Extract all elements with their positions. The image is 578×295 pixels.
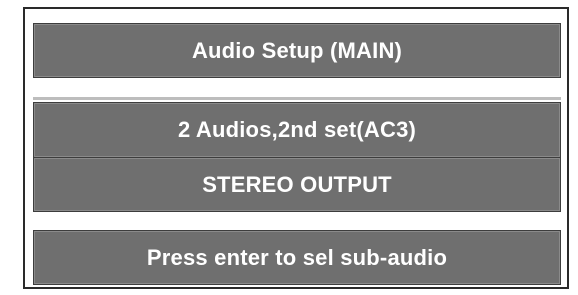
menu-title-bar: Audio Setup (MAIN) [33,23,561,78]
hint-text: Press enter to sel sub-audio [146,244,448,270]
output-mode-label: STEREO OUTPUT [202,171,392,197]
menu-title: Audio Setup (MAIN) [191,37,403,63]
audio-setup-panel: Audio Setup (MAIN) 2 Audios,2nd set(AC3)… [23,7,569,289]
output-mode-row[interactable]: STEREO OUTPUT [33,157,561,212]
audio-mode-label: 2 Audios,2nd set(AC3) [177,117,417,142]
divider [33,97,561,100]
hint-bar: Press enter to sel sub-audio [33,230,561,285]
audio-mode-row[interactable]: 2 Audios,2nd set(AC3) [33,102,561,157]
